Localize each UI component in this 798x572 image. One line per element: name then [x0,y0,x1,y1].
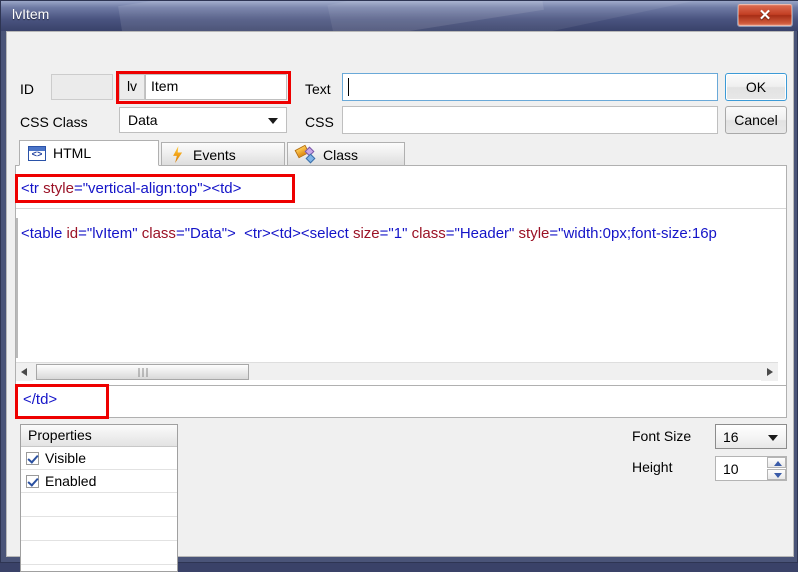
property-label-enabled: Enabled [45,473,97,489]
bolt-icon [170,146,186,163]
code-token-tag: ="Data"> <tr><td><select [175,225,353,242]
name-input[interactable]: Item [145,74,287,100]
cancel-button[interactable]: Cancel [725,106,787,134]
code-token-tag: ="lvItem" [78,225,142,242]
close-tag-gutter [16,386,18,417]
code-token-tag: ="Header" [445,225,519,242]
css-class-select[interactable]: Data [119,107,287,133]
title-bar[interactable]: lvItem ✕ [1,1,798,31]
properties-panel[interactable]: Properties Visible Enabled [20,424,178,572]
code-token-attr: size [352,225,380,242]
spinner-down-icon[interactable] [767,469,786,480]
text-input[interactable] [342,73,718,101]
properties-header: Properties [21,425,177,447]
close-icon: ✕ [758,7,772,24]
code-line-body[interactable]: <table id="lvItem" class="Data"> <tr><td… [21,224,717,244]
close-button[interactable]: ✕ [737,3,793,27]
code-token-attr: style [518,225,550,242]
property-row-empty [21,541,177,565]
tab-events-label: Events [193,146,236,163]
code-icon [28,145,46,161]
chevron-down-icon [768,435,778,441]
code-token-tag: ="1" [379,225,412,242]
editor-gutter [16,218,18,358]
font-size-label: Font Size [632,428,692,444]
tab-events[interactable]: Events [161,142,285,166]
code-token-tag: ="width:0px;font-size:16p [549,225,717,242]
spinner-up-icon[interactable] [767,457,786,468]
tab-html-label: HTML [53,145,92,161]
property-label-visible: Visible [45,450,86,466]
code-token-tag: <table [21,225,67,242]
shapes-icon [294,144,316,164]
css-label: CSS [305,114,334,130]
tab-class[interactable]: Class [287,142,405,166]
tab-strip: HTML Events Class [15,140,787,166]
name-prefix-label: lv [119,74,145,100]
property-row-visible[interactable]: Visible [21,447,177,470]
font-size-select[interactable]: 16 [715,424,787,449]
checkbox-visible[interactable] [26,451,39,465]
scroll-left-arrow-icon[interactable] [16,363,33,381]
text-label: Text [305,81,331,97]
code-token-attr: id [66,225,79,242]
editor-hscrollbar[interactable] [16,362,778,381]
tab-html[interactable]: HTML [19,140,159,166]
code-token-attr: style [43,180,74,197]
code-token-tag: ="vertical-align:top"><td> [73,180,242,197]
id-input[interactable] [51,74,113,100]
code-token-tag: <tr [21,180,44,197]
css-class-label: CSS Class [20,114,88,130]
dialog-body: ID lv Item CSS Class Data Text CSS OK Ca… [6,31,794,572]
property-row-empty [21,493,177,517]
dialog-window: lvItem ✕ ID lv Item CSS Class Data Text … [0,0,798,572]
height-spinner[interactable]: 10 [715,456,787,481]
editor-divider [16,208,786,209]
scrollbar-grip-icon [138,368,147,377]
checkbox-enabled[interactable] [26,474,39,488]
scroll-right-arrow-icon[interactable] [761,363,778,381]
font-size-value: 16 [723,429,739,445]
code-line-close-tag[interactable]: </td> [23,391,57,408]
code-line-open-tag[interactable]: <tr style="vertical-align:top"><td> [21,179,241,199]
code-token-attr: class [411,225,446,242]
tab-class-label: Class [323,146,359,163]
css-class-value: Data [128,112,158,128]
close-tag-panel[interactable] [15,385,787,418]
window-title: lvItem [12,6,50,22]
chevron-down-icon [268,118,278,124]
ok-button[interactable]: OK [725,73,787,101]
property-row-empty [21,517,177,541]
css-input[interactable] [342,106,718,134]
id-label: ID [20,81,34,97]
scrollbar-thumb[interactable] [36,364,249,380]
height-label: Height [632,459,673,475]
height-value: 10 [723,461,739,477]
code-token-attr: class [141,225,176,242]
property-row-enabled[interactable]: Enabled [21,470,177,493]
text-caret [348,78,349,96]
